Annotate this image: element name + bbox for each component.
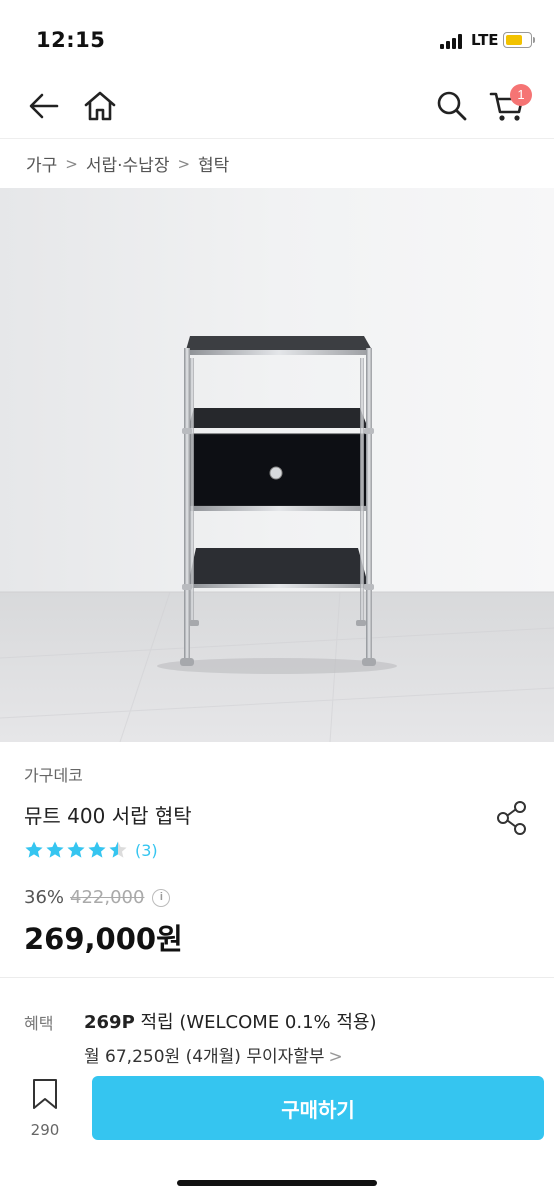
cart-count-badge: 1 xyxy=(510,84,532,106)
chevron-right-icon: > xyxy=(328,1047,343,1067)
breadcrumb: 가구 > 서랍·수납장 > 협탁 xyxy=(0,138,554,188)
breadcrumb-item-drawers[interactable]: 서랍·수납장 xyxy=(86,151,170,176)
points-benefit: 269P 적립 (WELCOME 0.1% 적용) xyxy=(84,1008,377,1034)
bookmark-icon xyxy=(33,1079,57,1109)
rating-stars xyxy=(24,840,129,860)
breadcrumb-item-furniture[interactable]: 가구 xyxy=(26,151,57,176)
info-icon[interactable]: i xyxy=(152,888,171,907)
installment-link[interactable]: 월 67,250원 (4개월) 무이자할부 > xyxy=(84,1042,343,1067)
original-price: 422,000 xyxy=(70,887,145,908)
star-icon xyxy=(67,841,85,858)
star-icon xyxy=(25,841,43,858)
star-rating[interactable]: (3) xyxy=(24,840,158,860)
star-icon xyxy=(46,841,64,858)
bookmark-button[interactable]: 290 xyxy=(24,1077,66,1139)
cellular-signal-icon xyxy=(440,33,466,49)
discount-rate: 36% xyxy=(24,887,65,908)
sale-price: 269,000원 xyxy=(24,922,183,956)
price-discount-row: 36% 422,000 i xyxy=(24,887,171,908)
installment-text: 월 67,250원 (4개월) 무이자할부 xyxy=(84,1047,325,1067)
benefit-label: 혜택 xyxy=(24,1014,54,1033)
home-indicator xyxy=(177,1180,377,1186)
chevron-right-icon: > xyxy=(177,154,191,173)
breadcrumb-item-nightstand[interactable]: 협탁 xyxy=(198,151,229,176)
top-nav-bar xyxy=(0,76,554,138)
bookmark-count: 290 xyxy=(30,1121,60,1139)
home-icon[interactable] xyxy=(80,86,120,126)
product-title: 뮤트 400 서랍 협탁 xyxy=(24,804,192,828)
brand-name[interactable]: 가구데코 xyxy=(24,762,83,786)
divider xyxy=(0,977,554,978)
status-time: 12:15 xyxy=(36,28,106,52)
status-bar: 12:15 LTE xyxy=(0,0,554,76)
star-icon xyxy=(109,841,127,858)
share-icon[interactable] xyxy=(494,798,530,838)
product-image[interactable] xyxy=(0,188,554,742)
battery-icon xyxy=(503,32,535,48)
points-description: 적립 (WELCOME 0.1% 적용) xyxy=(134,1012,377,1033)
search-icon[interactable] xyxy=(432,86,472,126)
review-count[interactable]: (3) xyxy=(135,841,158,860)
network-type: LTE xyxy=(471,31,499,49)
points-amount: 269P xyxy=(84,1012,135,1033)
buy-button[interactable]: 구매하기 xyxy=(92,1076,544,1140)
star-icon xyxy=(88,841,106,858)
chevron-right-icon: > xyxy=(65,154,78,173)
back-arrow-icon[interactable] xyxy=(24,86,64,126)
